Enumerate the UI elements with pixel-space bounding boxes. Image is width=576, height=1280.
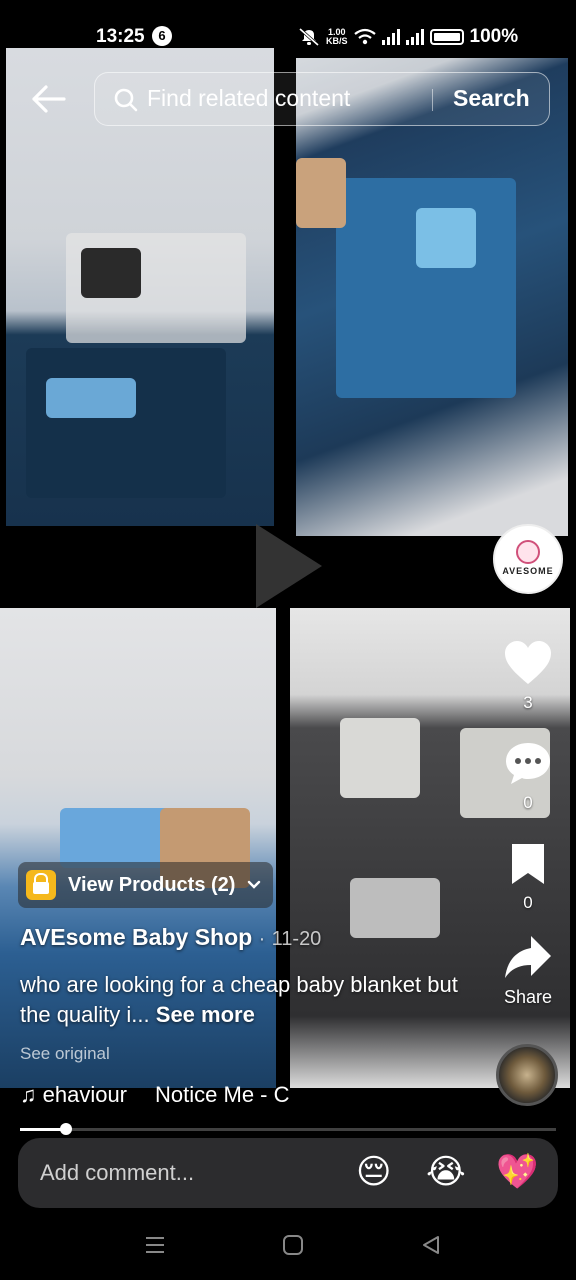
signal-icon-2 [405,29,424,45]
search-icon [114,88,138,112]
share-button[interactable]: Share [496,934,560,1008]
chevron-down-icon [248,880,261,889]
back-arrow-icon[interactable] [30,84,66,114]
comment-count: 0 [523,793,533,812]
music-ticker[interactable]: ♫ ehaviour Notice Me - C [20,1082,320,1108]
share-arrow-icon [505,936,551,978]
network-speed: 1.00 KB/S [326,28,348,46]
battery-percent: 100% [469,26,519,47]
shopping-bag-icon [26,870,56,900]
like-button[interactable]: 3 [496,640,560,713]
author-line: AVEsome Baby Shop · 11-20 [20,924,321,951]
comment-button[interactable]: 0 [496,740,560,813]
see-original-link[interactable]: See original [20,1044,110,1064]
view-products-button[interactable]: View Products (2) [18,862,274,908]
date-separator: · [258,928,266,950]
music-title-part1: ♫ ehaviour [20,1082,128,1107]
comment-bar[interactable]: Add comment... 😔 😭 💖 [18,1138,558,1208]
creator-avatar-text: AVESOME [502,566,554,576]
search-button[interactable]: Search [453,85,530,112]
emoji-crying-button[interactable]: 😭 [426,1152,466,1192]
brand-logo-icon [516,540,540,564]
music-title-part2: Notice Me - C [155,1082,290,1107]
video-frame-top-right [296,58,568,536]
save-count: 0 [523,893,533,912]
clock: 13:25 [96,26,145,47]
notification-badge: 6 [152,26,172,46]
status-icons: 1.00 KB/S 100% [298,26,518,48]
search-divider [432,89,433,111]
view-products-label: View Products (2) [68,873,236,896]
see-more-link[interactable]: See more [156,1002,255,1027]
progress-fill [20,1128,66,1131]
music-disc[interactable] [496,1044,558,1106]
post-caption[interactable]: who are looking for a cheap baby blanket… [20,970,460,1030]
comment-icon [506,743,550,784]
search-bar[interactable]: Find related content Search [94,72,550,126]
battery-icon [429,29,464,45]
progress-knob[interactable] [59,1123,72,1135]
back-triangle-icon[interactable] [420,1234,442,1256]
video-progress-bar[interactable] [20,1123,556,1135]
play-icon[interactable] [256,524,322,608]
post-date: 11-20 [271,928,322,950]
emoji-heart-button[interactable]: 💖 [496,1152,538,1192]
home-square-icon[interactable] [282,1234,304,1256]
emoji-sad-button[interactable]: 😔 [356,1152,391,1192]
menu-icon[interactable] [144,1234,166,1256]
signal-icon-1 [381,29,400,45]
heart-icon [505,641,551,684]
share-label: Share [503,987,553,1007]
bookmark-icon [512,844,544,884]
search-input[interactable]: Find related content [147,85,350,112]
like-count: 3 [523,693,533,712]
mute-icon [299,27,319,47]
author-name[interactable]: AVEsome Baby Shop [20,924,252,950]
wifi-icon [353,28,376,45]
system-nav-bar [0,1210,576,1280]
comment-input[interactable]: Add comment... [40,1160,194,1186]
creator-avatar[interactable]: AVESOME [493,524,563,594]
network-speed-unit: KB/S [326,36,348,46]
save-button[interactable]: 0 [496,842,560,913]
status-bar: 13:25 6 1.00 KB/S 100% [0,0,576,47]
